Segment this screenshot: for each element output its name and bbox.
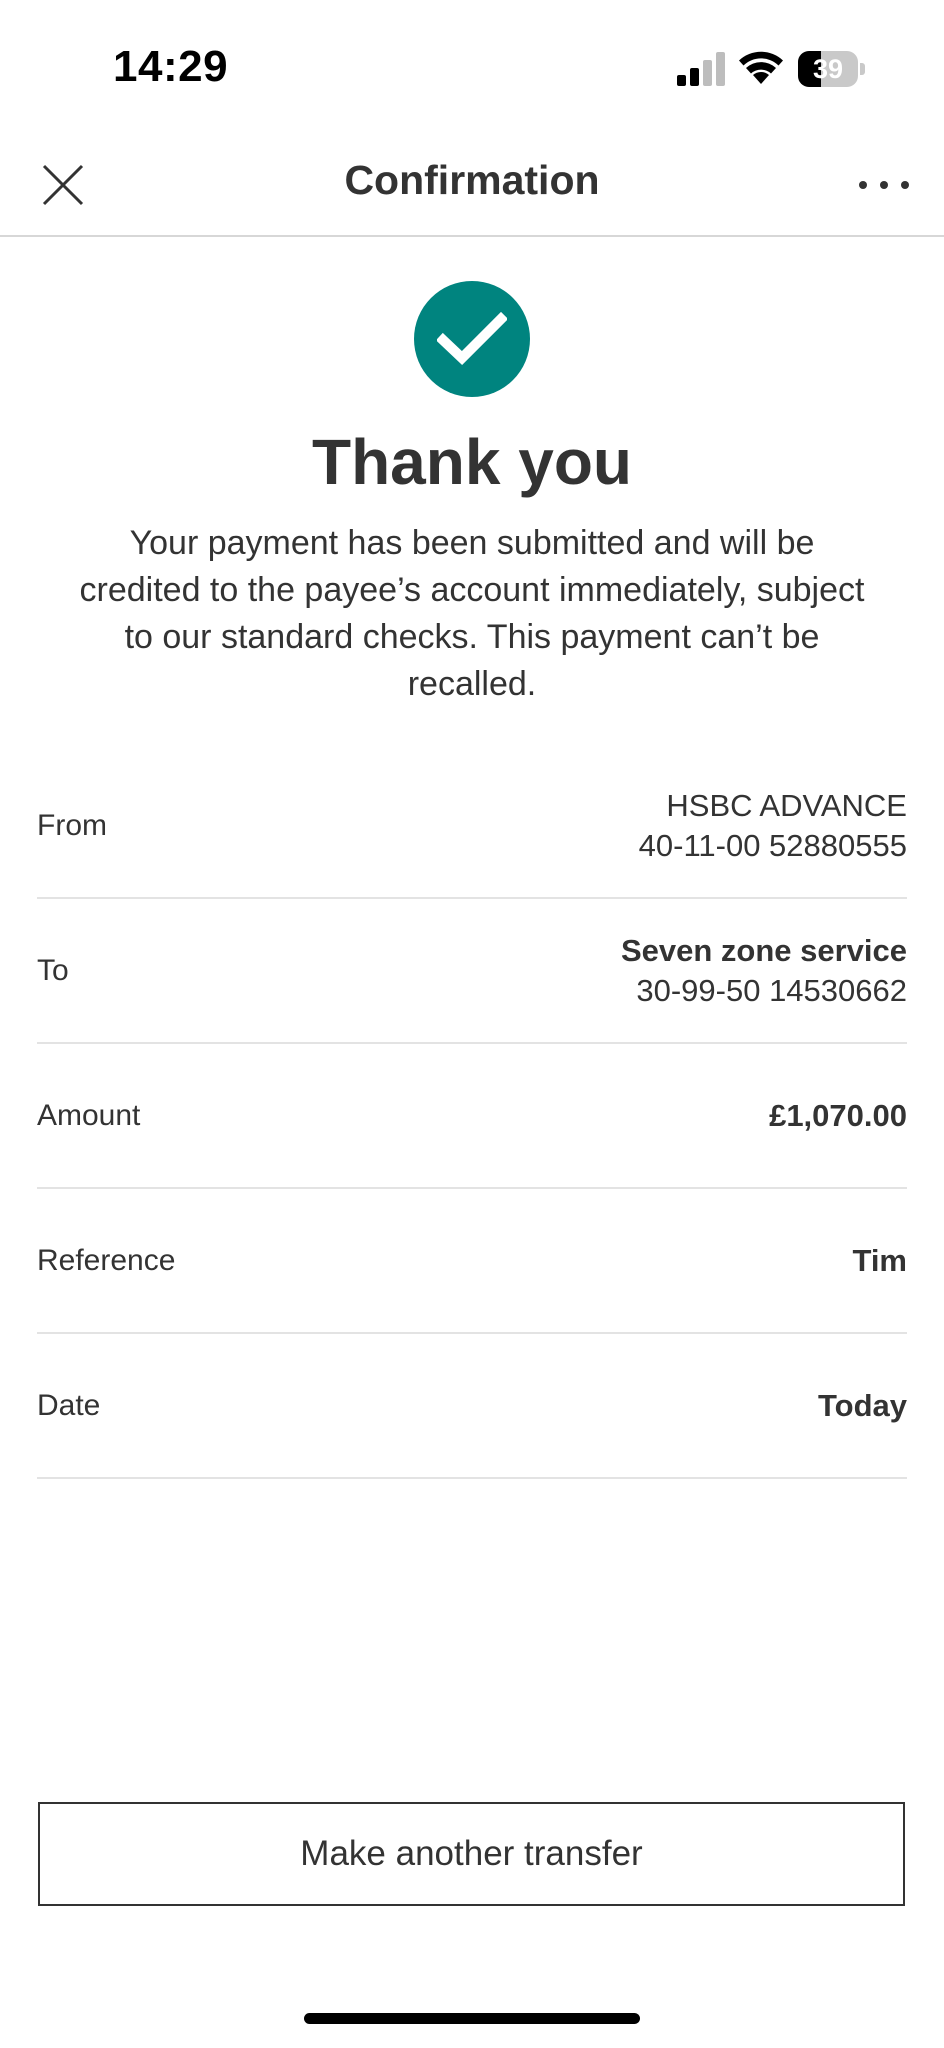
page-title: Confirmation [344, 157, 600, 203]
more-options-button[interactable] [846, 160, 922, 210]
date-value: Today [818, 1387, 907, 1423]
from-label: From [37, 808, 107, 842]
detail-row-date: Date Today [37, 1334, 907, 1479]
thank-you-heading: Thank you [311, 426, 633, 498]
more-icon [859, 181, 909, 189]
battery-icon: 39 [798, 51, 866, 87]
detail-row-from: From HSBC ADVANCE 40-11-00 52880555 [37, 754, 907, 899]
make-another-transfer-button[interactable]: Make another transfer [38, 1802, 905, 1906]
reference-label: Reference [37, 1243, 176, 1277]
home-indicator[interactable] [304, 2013, 640, 2024]
from-value: HSBC ADVANCE 40-11-00 52880555 [639, 786, 907, 866]
wifi-icon [739, 51, 783, 84]
reference-value: Tim [852, 1242, 907, 1278]
status-bar: 14:29 39 [0, 0, 944, 130]
to-label: To [37, 953, 69, 987]
detail-row-amount: Amount £1,070.00 [37, 1044, 907, 1189]
detail-row-to: To Seven zone service 30-99-50 14530662 [37, 899, 907, 1044]
to-value: Seven zone service 30-99-50 14530662 [621, 931, 907, 1011]
from-account-name: HSBC ADVANCE [666, 787, 907, 823]
status-time: 14:29 [113, 42, 229, 91]
to-account-number: 30-99-50 14530662 [636, 972, 907, 1008]
to-payee-name: Seven zone service [620, 932, 907, 968]
amount-value: £1,070.00 [769, 1097, 907, 1133]
from-account-number: 40-11-00 52880555 [638, 827, 907, 863]
top-nav-bar: Confirmation [0, 130, 944, 237]
amount-label: Amount [37, 1098, 141, 1132]
detail-row-reference: Reference Tim [37, 1189, 907, 1334]
signal-icon [677, 52, 725, 86]
confirmation-message: Your payment has been submitted and will… [79, 524, 865, 703]
payment-details: From HSBC ADVANCE 40-11-00 52880555 To S… [37, 754, 907, 1479]
battery-percent: 39 [812, 54, 844, 84]
checkmark-icon [437, 311, 507, 365]
date-label: Date [37, 1388, 101, 1422]
success-badge [414, 281, 530, 397]
